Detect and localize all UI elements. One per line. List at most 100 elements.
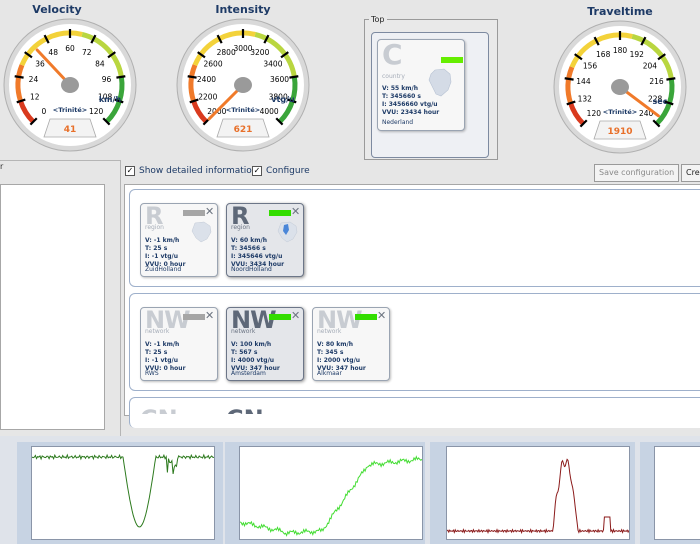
gauge-tick-label: 120 — [89, 107, 104, 116]
tile-name: RWS — [145, 370, 159, 377]
tile-intensity: I: 345646 vtg/u — [231, 253, 283, 260]
region-tile-noordholland[interactable]: R region ✕ V: 60 km/h T: 34566 s I: 3456… — [226, 203, 304, 277]
tile-time: T: 25 s — [145, 349, 168, 356]
create-button[interactable]: Cre — [681, 164, 700, 182]
gauge-tick-label: 156 — [583, 61, 598, 70]
configure-checkbox[interactable]: ✓ — [252, 166, 262, 176]
configure-label: Configure — [266, 166, 310, 176]
tile-name: Alkmaar — [317, 370, 342, 377]
gauge-tick — [564, 77, 574, 81]
network-tile-rws[interactable]: NW network ✕ V: -1 km/h T: 25 s I: -1 vt… — [140, 307, 218, 381]
region-tile-zuidholland[interactable]: R region ✕ V: -1 km/h T: 25 s I: -1 vtg/… — [140, 203, 218, 277]
tile-velocity: V: 55 km/h — [382, 85, 419, 92]
tile-type: region — [145, 224, 164, 231]
gauge-tick — [187, 75, 197, 79]
close-icon[interactable]: ✕ — [205, 206, 216, 217]
tile-status-bar — [355, 314, 377, 320]
tile-info: V: -1 km/h T: 25 s I: -1 vtg/u VVU: 0 ho… — [145, 237, 186, 269]
gauge-tick — [116, 75, 126, 79]
tile-name: ZuidHolland — [145, 266, 182, 273]
gauge-hub — [611, 79, 629, 95]
gauge-tick-label: 3200 — [250, 48, 269, 57]
velocity-series — [31, 453, 214, 528]
tile-type: country — [382, 73, 405, 80]
traveltime-dial: 120132144156168 180 192204216228240sec<Tri… — [553, 20, 687, 154]
tile-intensity: I: -1 vtg/u — [145, 357, 179, 364]
close-icon[interactable]: ✕ — [291, 206, 302, 217]
gauge-tick — [666, 77, 676, 81]
gauge-tick-label: 216 — [649, 77, 664, 86]
tile-name: NoordHolland — [231, 266, 272, 273]
show-detailed-checkbox[interactable]: ✓ — [125, 166, 135, 176]
close-icon[interactable]: ✕ — [377, 310, 388, 321]
gauge-tick-label: 60 — [65, 44, 75, 53]
trinite-logo: <Trinité> — [603, 108, 637, 116]
save-configuration-button[interactable]: Save configuration — [594, 164, 680, 182]
gauge-unit: km/h — [99, 95, 122, 104]
network-tile-alkmaar[interactable]: NW network ✕ V: 80 km/h T: 345 s I: 2000… — [312, 307, 390, 381]
gauge-tick-label: 192 — [630, 50, 645, 59]
trinite-logo: <Trinité> — [226, 106, 260, 114]
tile-type: network — [231, 328, 256, 335]
left-list[interactable] — [0, 184, 105, 430]
close-icon[interactable]: ✕ — [291, 310, 302, 321]
tile-time: T: 345660 s — [382, 93, 421, 100]
gauge-value: 41 — [64, 125, 77, 135]
gauge-tick-label: 24 — [29, 75, 39, 84]
trinite-logo: <Trinité> — [53, 106, 87, 114]
region-map-icon — [191, 221, 212, 243]
left-panel-label: r — [0, 162, 4, 171]
tile-status-bar — [269, 314, 291, 320]
gauge-tick-label: 48 — [48, 48, 58, 57]
tile-info: V: 100 km/h T: 567 s I: 4000 vtg/u VVU: … — [231, 341, 280, 373]
tile-time: T: 567 s — [231, 349, 258, 356]
gauge-tick-label: 2600 — [204, 59, 223, 68]
traveltime-chart — [430, 442, 635, 544]
gauge-hub — [234, 77, 252, 93]
tile-intensity: I: 2000 vtg/u — [317, 357, 361, 364]
tile-time: T: 34566 s — [231, 245, 266, 252]
gauge-unit: sec — [653, 97, 668, 106]
tile-info: V: 60 km/h T: 34566 s I: 345646 vtg/u VV… — [231, 237, 284, 269]
tile-velocity: V: 60 km/h — [231, 237, 268, 244]
gauge-tick-label: 3400 — [263, 59, 282, 68]
gauge-tick-label: 168 — [596, 50, 611, 59]
tile-intensity: I: -1 vtg/u — [145, 253, 179, 260]
gauge-tick-label: 96 — [102, 75, 112, 84]
tile-time: T: 345 s — [317, 349, 344, 356]
tile-status-bar — [183, 314, 205, 320]
traveltime-series — [446, 458, 630, 535]
gauge-tick-label: 84 — [95, 59, 105, 68]
network-tile-amsterdam[interactable]: NW network ✕ V: 100 km/h T: 567 s I: 400… — [226, 307, 304, 381]
gauge-tick-label: 4000 — [260, 107, 279, 116]
gauge-tick-label: 2400 — [197, 75, 216, 84]
top-country-tile[interactable]: C country V: 55 km/h T: 345660 s I: 3456… — [377, 39, 465, 131]
top-panel-label: Top — [369, 15, 387, 24]
velocity-chart — [17, 442, 223, 544]
country-tile-partial-1[interactable]: CN — [140, 407, 216, 414]
gauge-value: 621 — [234, 125, 253, 135]
configure-option[interactable]: ✓ Configure — [252, 166, 310, 176]
traveltime-plot — [446, 446, 630, 540]
tile-time: T: 25 s — [145, 245, 168, 252]
tile-info: V: 55 km/h T: 345660 s I: 3456660 vtg/u … — [382, 85, 439, 117]
extra-chart — [640, 442, 700, 544]
gauge-tick-label: 204 — [643, 61, 658, 70]
gauge-tick-label: 132 — [578, 94, 593, 103]
gauge-tick-label: 144 — [576, 77, 591, 86]
tile-velocity: V: -1 km/h — [145, 341, 180, 348]
show-detailed-label: Show detailed information — [139, 166, 258, 176]
country-tile-partial-2[interactable]: CN — [226, 407, 302, 414]
tile-status-bar — [441, 57, 463, 63]
tile-status-bar — [183, 210, 205, 216]
intensity-plot — [239, 446, 423, 540]
show-detailed-option[interactable]: ✓ Show detailed information — [125, 166, 258, 176]
tile-velocity: V: 100 km/h — [231, 341, 272, 348]
tile-vvu: VVU: 23434 hour — [382, 109, 440, 116]
tile-intensity: I: 3456660 vtg/u — [382, 101, 438, 108]
gauge-tick-label: 2200 — [198, 92, 217, 101]
intensity-dial: 2000220024002600280030003200340036003800… — [176, 18, 310, 152]
close-icon[interactable]: ✕ — [205, 310, 216, 321]
gauge-tick-label: 120 — [587, 109, 602, 118]
tile-info: V: 80 km/h T: 345 s I: 2000 vtg/u VVU: 3… — [317, 341, 366, 373]
